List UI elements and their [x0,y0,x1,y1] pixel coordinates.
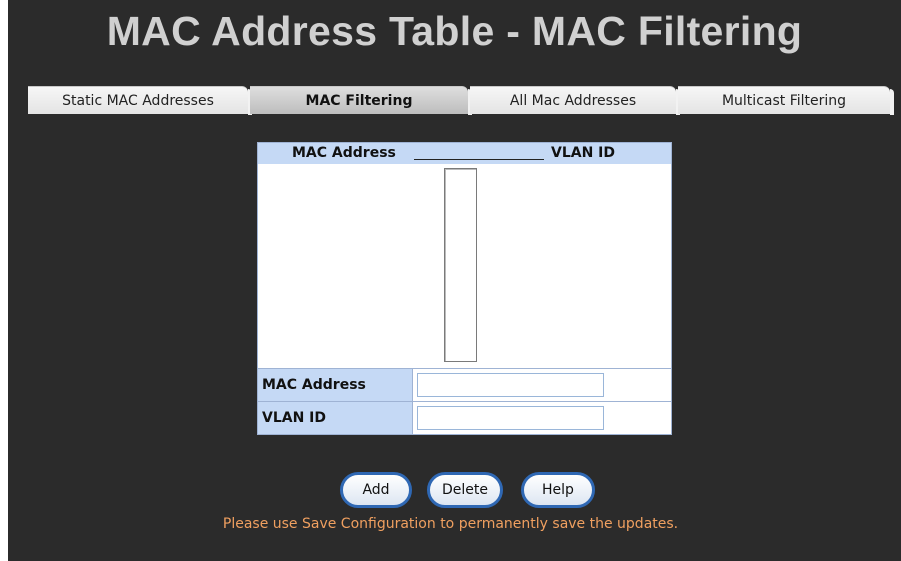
table-header: MAC Address VLAN ID [258,143,671,164]
tab-label: Static MAC Addresses [62,93,214,109]
column-header-vlan-id: VLAN ID [551,145,616,161]
header-separator [414,159,544,160]
tab-mac-filtering[interactable]: MAC Filtering [250,86,472,115]
help-button[interactable]: Help [521,472,595,508]
tab-multicast-filtering[interactable]: Multicast Filtering [678,86,894,115]
vlan-id-input[interactable] [417,406,604,430]
mac-filter-list[interactable] [444,168,477,362]
vlan-id-label: VLAN ID [258,402,413,434]
mac-address-label: MAC Address [258,369,413,401]
mac-filter-table: MAC Address VLAN ID MAC Address VLAN ID [257,142,672,435]
column-header-mac-address: MAC Address [292,145,396,161]
tab-edge [890,89,894,115]
save-configuration-note: Please use Save Configuration to permane… [222,516,679,532]
main-panel: MAC Address Table - MAC Filtering Static… [8,0,901,561]
tab-all-mac-addresses[interactable]: All Mac Addresses [470,86,680,115]
page-title: MAC Address Table - MAC Filtering [106,8,803,54]
mac-address-row: MAC Address [258,368,671,401]
tab-label: MAC Filtering [305,93,413,109]
tab-static-mac-addresses[interactable]: Static MAC Addresses [28,86,252,115]
delete-button[interactable]: Delete [427,472,503,508]
tab-label: All Mac Addresses [509,93,637,109]
mac-address-input[interactable] [417,373,604,397]
tab-label: Multicast Filtering [721,93,847,109]
vlan-id-row: VLAN ID [258,401,671,434]
add-button[interactable]: Add [340,472,412,508]
